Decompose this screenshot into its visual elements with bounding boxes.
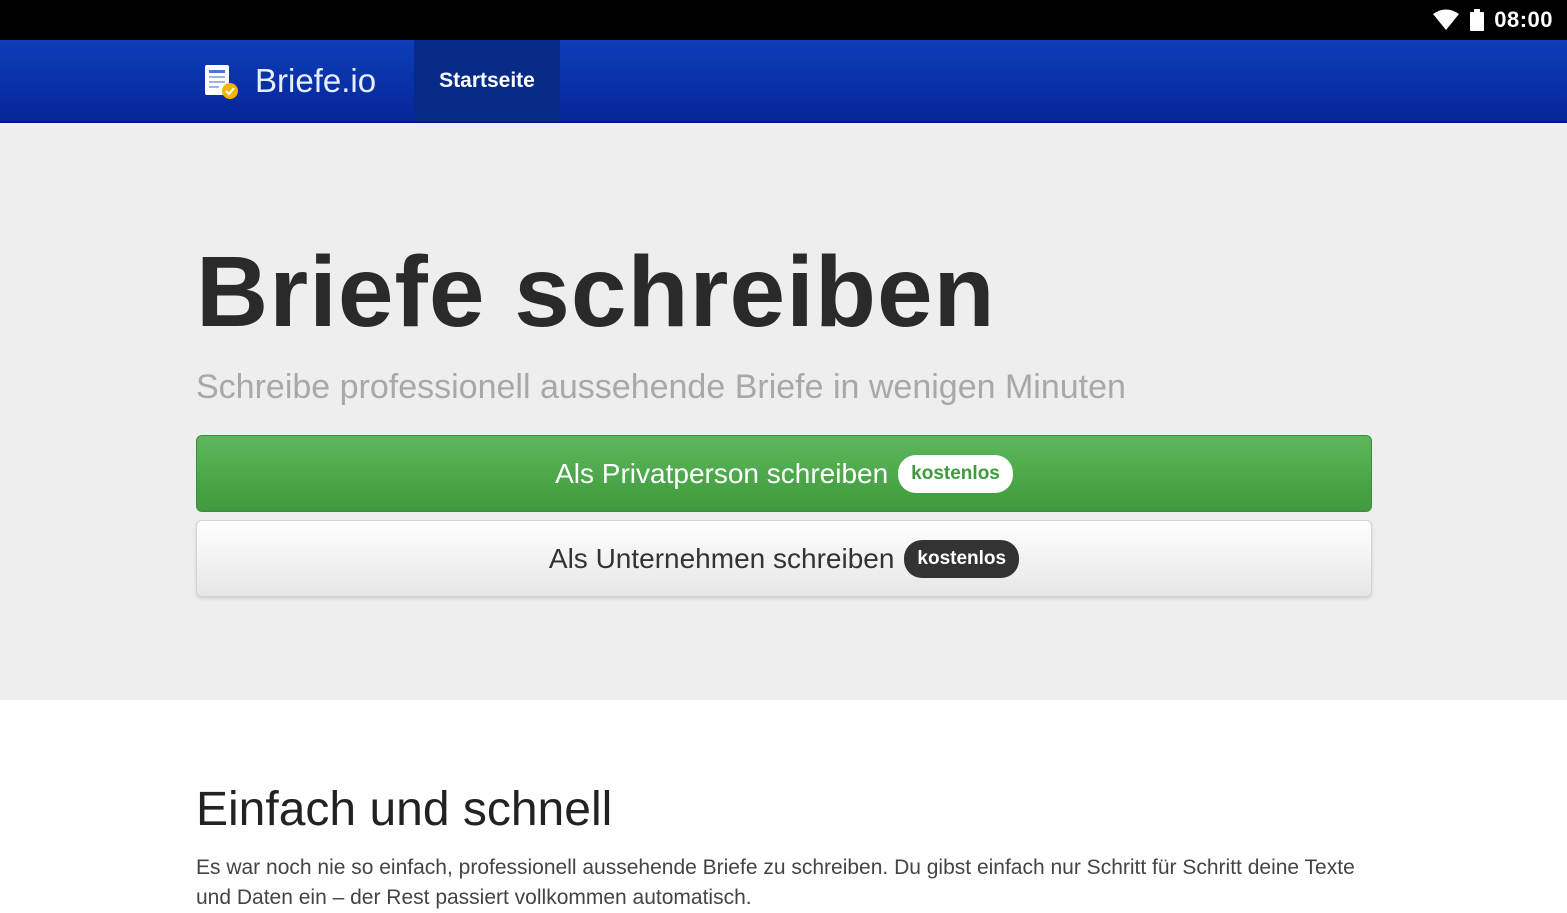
page-title: Briefe schreiben: [196, 236, 996, 348]
page-subtitle: Schreibe professionell aussehende Briefe…: [196, 368, 1126, 406]
navbar: Briefe.io Startseite: [0, 40, 1567, 123]
hero-section: Briefe schreiben Schreibe professionell …: [0, 123, 1567, 700]
write-as-private-person-button[interactable]: Als Privatperson schreiben kostenlos: [196, 435, 1372, 512]
brand-name: Briefe.io: [255, 61, 377, 99]
battery-icon: [1470, 9, 1485, 31]
wifi-icon: [1433, 9, 1460, 30]
section-title: Einfach und schnell: [196, 783, 613, 836]
tab-startseite[interactable]: Startseite: [414, 40, 560, 121]
brand-link[interactable]: Briefe.io: [201, 40, 376, 121]
letter-logo-icon: [205, 64, 238, 99]
tab-label: Startseite: [439, 68, 535, 92]
write-as-company-button[interactable]: Als Unternehmen schreiben kostenlos: [196, 520, 1372, 597]
status-clock: 08:00: [1494, 7, 1553, 32]
section-text: Es war noch nie so einfach, professionel…: [196, 856, 1355, 909]
button-label: Als Unternehmen schreiben: [548, 542, 895, 574]
status-bar: 08:00: [0, 0, 1567, 40]
button-label: Als Privatperson schreiben: [555, 457, 889, 489]
free-badge: kostenlos: [898, 454, 1013, 493]
free-badge: kostenlos: [904, 539, 1020, 578]
